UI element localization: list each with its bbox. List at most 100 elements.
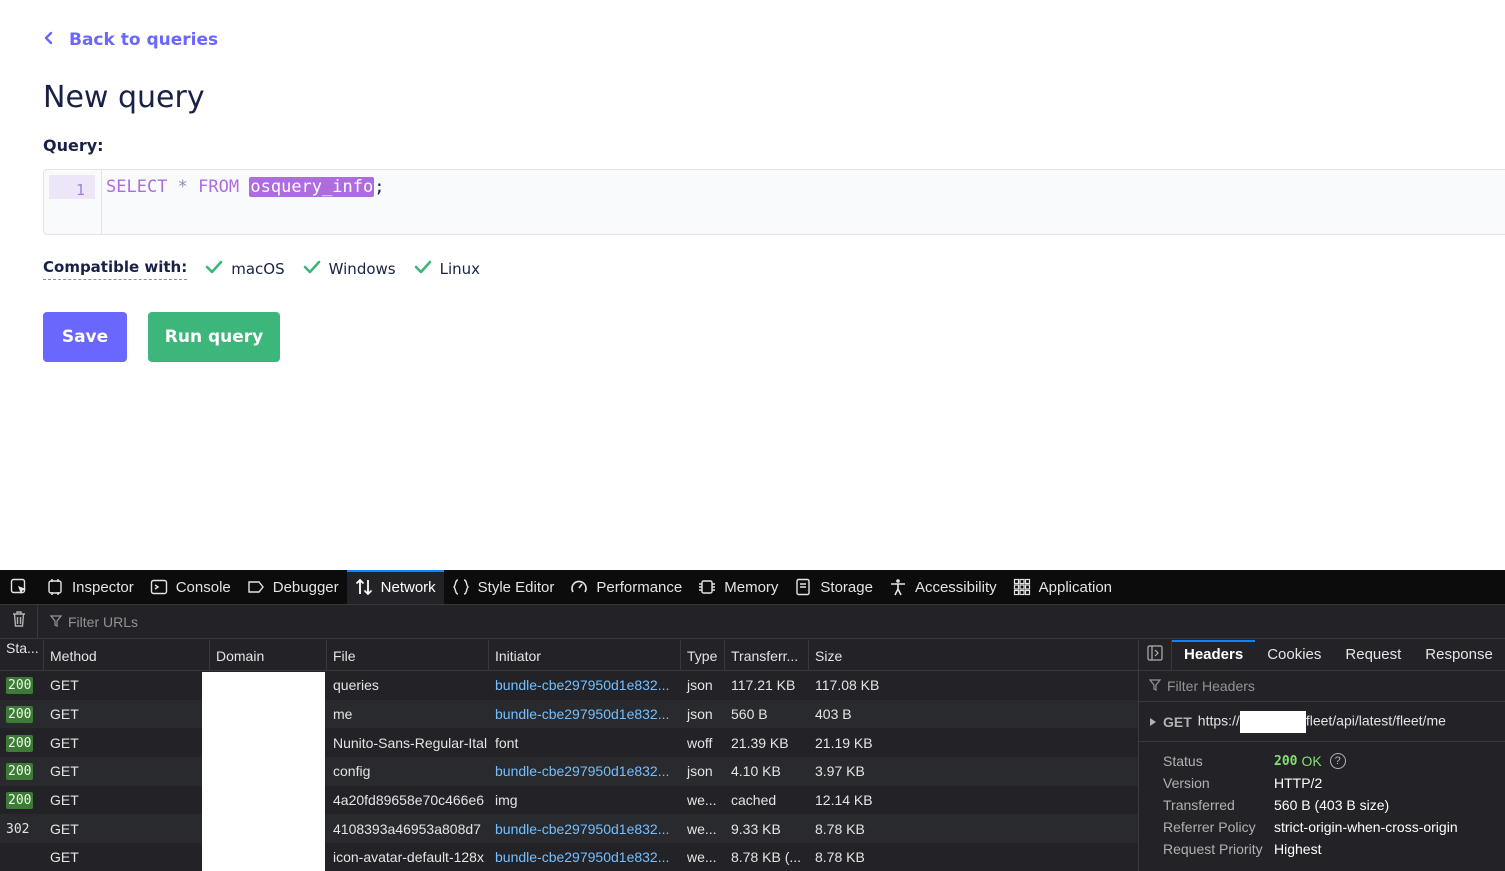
filter-urls-input[interactable]: Filter URLs [38, 614, 138, 630]
type-cell: woff [687, 734, 713, 751]
platform-windows: Windows [303, 260, 396, 278]
toggle-sidebar-button[interactable] [1139, 640, 1172, 670]
type-cell: json [687, 763, 713, 780]
detail-key: Request Priority [1163, 841, 1263, 857]
transferred-cell: 21.39 KB [731, 734, 789, 751]
tab-performance[interactable]: Performance [562, 570, 690, 604]
col-method[interactable]: Method [44, 640, 210, 670]
col-transferred[interactable]: Transferr... [725, 640, 809, 670]
debugger-icon [247, 578, 265, 596]
help-icon[interactable]: ? [1329, 753, 1346, 769]
save-button[interactable]: Save [43, 312, 127, 362]
filter-urls-placeholder: Filter URLs [68, 613, 139, 630]
sidebar-tabs: Headers Cookies Request Response [1139, 640, 1505, 671]
filter-headers-input[interactable]: Filter Headers [1139, 671, 1505, 702]
tab-accessibility[interactable]: Accessibility [881, 570, 1005, 604]
method-cell: GET [50, 792, 79, 809]
initiator-cell: bundle-cbe297950d1e832... [495, 706, 670, 723]
method-cell: GET [50, 677, 79, 694]
memory-chip-icon [698, 578, 716, 596]
console-icon [150, 578, 168, 596]
query-label: Query: [43, 136, 104, 155]
tab-label: Style Editor [477, 578, 555, 596]
platform-label: Windows [328, 260, 396, 278]
initiator-cell: bundle-cbe297950d1e832... [495, 677, 670, 694]
run-query-button[interactable]: Run query [148, 312, 280, 362]
tab-cookies[interactable]: Cookies [1255, 640, 1333, 670]
table-row[interactable]: 302 GET 4108393a46953a808d7 bundle-cbe29795… [0, 814, 1138, 844]
table-row[interactable]: 200 GET config bundle-cbe297950d1e832... jso… [0, 757, 1138, 786]
storage-icon [794, 578, 812, 596]
col-size[interactable]: Size [809, 640, 1138, 670]
col-initiator[interactable]: Initiator [489, 640, 681, 670]
tab-label: Application [1038, 578, 1113, 596]
summary-method: GET [1163, 713, 1192, 730]
type-cell: json [687, 706, 713, 723]
query-code[interactable]: SELECT * FROM osquery_info; [102, 170, 388, 234]
tab-storage[interactable]: Storage [786, 570, 881, 604]
size-cell: 12.14 KB [815, 792, 873, 809]
tab-headers[interactable]: Headers [1172, 640, 1256, 670]
tab-label: Accessibility [914, 578, 997, 596]
request-table: Sta... Method Domain File Initiator Type… [0, 640, 1138, 871]
redacted-domain-block [202, 672, 325, 871]
check-icon [205, 260, 223, 278]
compatibility-row: Compatible with: macOS Windows Linux [43, 258, 498, 280]
tab-memory[interactable]: Memory [690, 570, 786, 604]
chevron-left-icon [43, 30, 55, 50]
request-summary[interactable]: GET https://fleet/api/latest/fleet/me [1139, 702, 1505, 742]
request-details-sidebar: Headers Cookies Request Response Filter … [1138, 640, 1505, 871]
platform-linux: Linux [414, 260, 480, 278]
transferred-cell: 4.10 KB [731, 763, 781, 780]
size-cell: 21.19 KB [815, 734, 873, 751]
redacted-host [1239, 710, 1306, 733]
detail-key: Status [1163, 753, 1203, 769]
query-editor[interactable]: 1 SELECT * FROM osquery_info; [43, 169, 1505, 235]
clear-button[interactable] [0, 604, 38, 639]
status-cell: 200 [6, 677, 34, 695]
tab-response[interactable]: Response [1413, 640, 1505, 670]
tab-request[interactable]: Request [1333, 640, 1413, 670]
initiator-cell: bundle-cbe297950d1e832... [495, 849, 670, 866]
detail-key: Transferred [1163, 797, 1235, 813]
tab-label: Console [175, 578, 231, 596]
file-cell: icon-avatar-default-128x [333, 849, 484, 866]
col-status[interactable]: Sta... [0, 640, 44, 670]
col-type[interactable]: Type [681, 640, 725, 670]
method-cell: GET [50, 734, 79, 751]
platform-label: Linux [439, 260, 481, 278]
status-cell: 200 [6, 734, 34, 752]
table-row[interactable]: 200 GET Nunito-Sans-Regular-Ital font woff 21… [0, 728, 1138, 758]
tab-style-editor[interactable]: Style Editor [444, 570, 563, 604]
initiator-cell: img [495, 792, 518, 809]
tab-console[interactable]: Console [142, 570, 239, 604]
tab-inspector[interactable]: Inspector [38, 570, 142, 604]
transferred-cell: 560 B [731, 706, 768, 723]
tab-application[interactable]: Application [1005, 570, 1120, 604]
initiator-cell: bundle-cbe297950d1e832... [495, 763, 670, 780]
table-row[interactable]: GET icon-avatar-default-128x bundle-cbe297… [0, 843, 1138, 871]
file-cell: config [333, 763, 371, 780]
table-name: osquery_info [249, 177, 375, 197]
gauge-icon [570, 578, 588, 596]
tab-network[interactable]: Network [346, 570, 444, 604]
detail-key: Version [1163, 775, 1210, 791]
network-arrows-icon [355, 578, 373, 596]
table-row[interactable]: 200 GET 4a20fd89658e70c466e6 img we... cached… [0, 785, 1138, 815]
size-cell: 403 B [815, 706, 852, 723]
size-cell: 8.78 KB [815, 820, 865, 837]
filter-headers-placeholder: Filter Headers [1167, 678, 1255, 694]
table-row[interactable]: 200 GET me bundle-cbe297950d1e832... json 560… [0, 699, 1138, 729]
file-cell: queries [333, 677, 379, 694]
col-file[interactable]: File [327, 640, 489, 670]
compatible-with-label[interactable]: Compatible with: [43, 258, 188, 280]
tab-debugger[interactable]: Debugger [239, 570, 347, 604]
tab-label: Inspector [72, 578, 134, 596]
method-cell: GET [50, 763, 79, 780]
element-picker-button[interactable] [0, 570, 38, 604]
table-row[interactable]: 200 GET queries bundle-cbe297950d1e832... js… [0, 671, 1138, 700]
back-to-queries-link[interactable]: Back to queries [43, 30, 218, 50]
trash-icon [11, 610, 27, 633]
check-icon [303, 260, 321, 278]
col-domain[interactable]: Domain [210, 640, 327, 670]
